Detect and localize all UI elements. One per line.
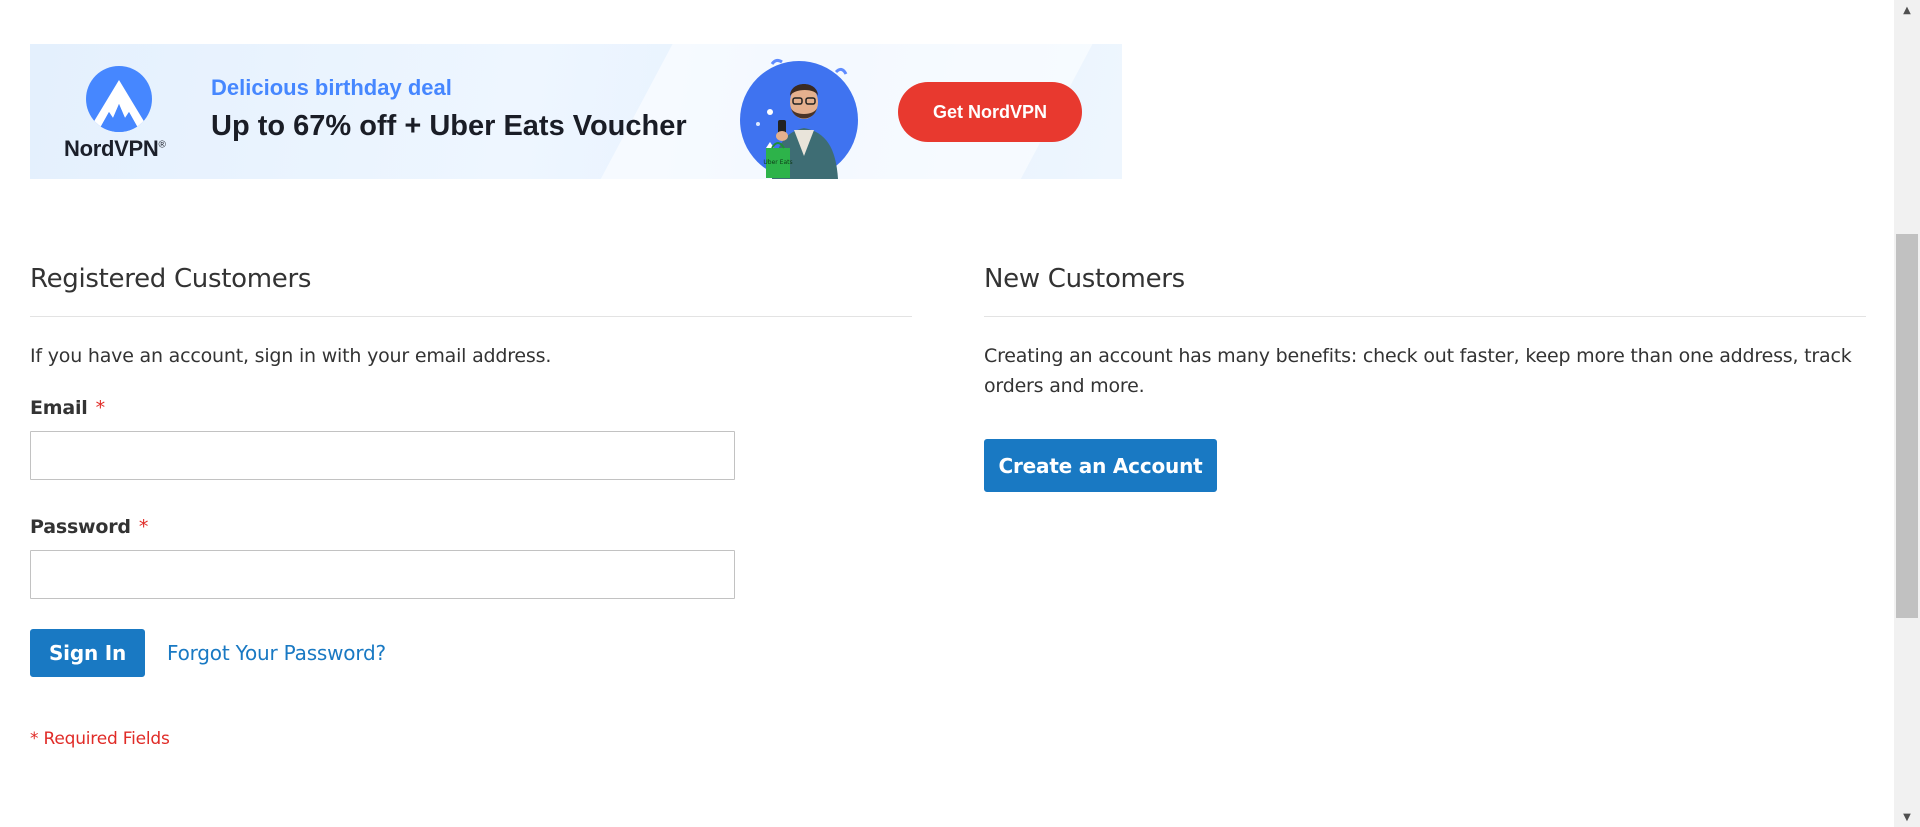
password-label: Password *: [30, 514, 912, 540]
banner-subtitle: Delicious birthday deal: [211, 75, 452, 100]
new-customers-title: New Customers: [984, 264, 1185, 294]
email-field[interactable]: [30, 431, 735, 480]
email-label-text: Email: [30, 397, 88, 419]
nordvpn-logo: NordVPN®: [64, 66, 174, 166]
brand-name: NordVPN: [64, 136, 159, 161]
page: NordVPN® Delicious birthday deal Up to 6…: [0, 0, 1920, 827]
password-label-text: Password: [30, 516, 131, 538]
registered-customers-block: Registered Customers If you have an acco…: [30, 262, 912, 749]
create-account-button[interactable]: Create an Account: [984, 439, 1217, 492]
forgot-password-link[interactable]: Forgot Your Password?: [167, 641, 386, 665]
required-fields-note: * Required Fields: [30, 729, 170, 749]
email-label: Email *: [30, 395, 912, 421]
banner-headline: Up to 67% off + Uber Eats Voucher: [211, 110, 687, 142]
nordvpn-wordmark: NordVPN®: [64, 136, 166, 162]
divider: [984, 316, 1866, 317]
triangle-down-icon[interactable]: ▼: [1894, 807, 1920, 827]
registered-customers-title: Registered Customers: [30, 264, 312, 294]
nordvpn-ad-banner[interactable]: NordVPN® Delicious birthday deal Up to 6…: [30, 44, 1122, 179]
triangle-up-icon[interactable]: ▲: [1894, 0, 1920, 20]
required-asterisk: *: [138, 516, 149, 538]
get-nordvpn-button[interactable]: Get NordVPN: [898, 82, 1082, 142]
vertical-scrollbar[interactable]: ▲ ▼: [1894, 0, 1920, 827]
nordvpn-mountain-icon: [86, 66, 152, 132]
new-customers-intro-text: Creating an account has many benefits: c…: [984, 345, 1852, 397]
divider: [30, 316, 912, 317]
scrollbar-thumb[interactable]: [1896, 234, 1918, 618]
signin-intro-text: If you have an account, sign in with you…: [30, 345, 552, 367]
bag-label: Uber Eats: [763, 159, 792, 166]
new-customers-block: New Customers Creating an account has ma…: [984, 262, 1866, 492]
registered-mark: ®: [158, 139, 166, 151]
signin-actions: Sign In Forgot Your Password?: [30, 629, 912, 677]
required-asterisk: *: [95, 397, 106, 419]
promo-person-illustration: Uber Eats: [740, 58, 858, 179]
sign-in-button[interactable]: Sign In: [30, 629, 145, 677]
password-field[interactable]: [30, 550, 735, 599]
